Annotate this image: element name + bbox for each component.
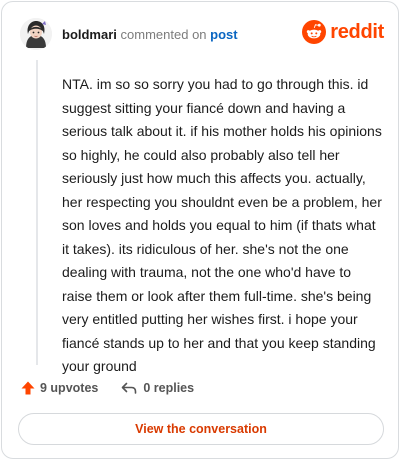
upvote-arrow-icon <box>21 381 35 395</box>
comment-header: boldmari commented on post reddit <box>2 2 398 64</box>
comment-card: boldmari commented on post reddit NTA. i… <box>1 1 399 459</box>
comment-body: NTA. im so so sorry you had to go throug… <box>62 76 382 374</box>
reddit-snoo-icon <box>302 20 327 44</box>
reddit-logo[interactable]: reddit <box>302 20 384 44</box>
comment-meta: boldmari commented on post <box>62 27 238 42</box>
upvote-count: 9 upvotes <box>40 381 99 395</box>
user-avatar[interactable] <box>20 18 52 50</box>
username[interactable]: boldmari <box>62 27 117 42</box>
thread-line <box>36 60 38 365</box>
reply-button[interactable]: 0 replies <box>120 380 194 396</box>
brand-wordmark: reddit <box>330 21 384 43</box>
reply-arrow-icon <box>122 382 137 394</box>
reply-count: 0 replies <box>143 381 195 395</box>
post-link[interactable]: post <box>210 27 237 42</box>
action-text: commented on <box>120 27 207 42</box>
upvote-button[interactable]: 9 upvotes <box>20 380 98 396</box>
avatar-illustration <box>20 18 52 50</box>
comment-actions: 9 upvotes 0 replies <box>20 378 194 398</box>
view-conversation-button[interactable]: View the conversation <box>18 413 384 445</box>
